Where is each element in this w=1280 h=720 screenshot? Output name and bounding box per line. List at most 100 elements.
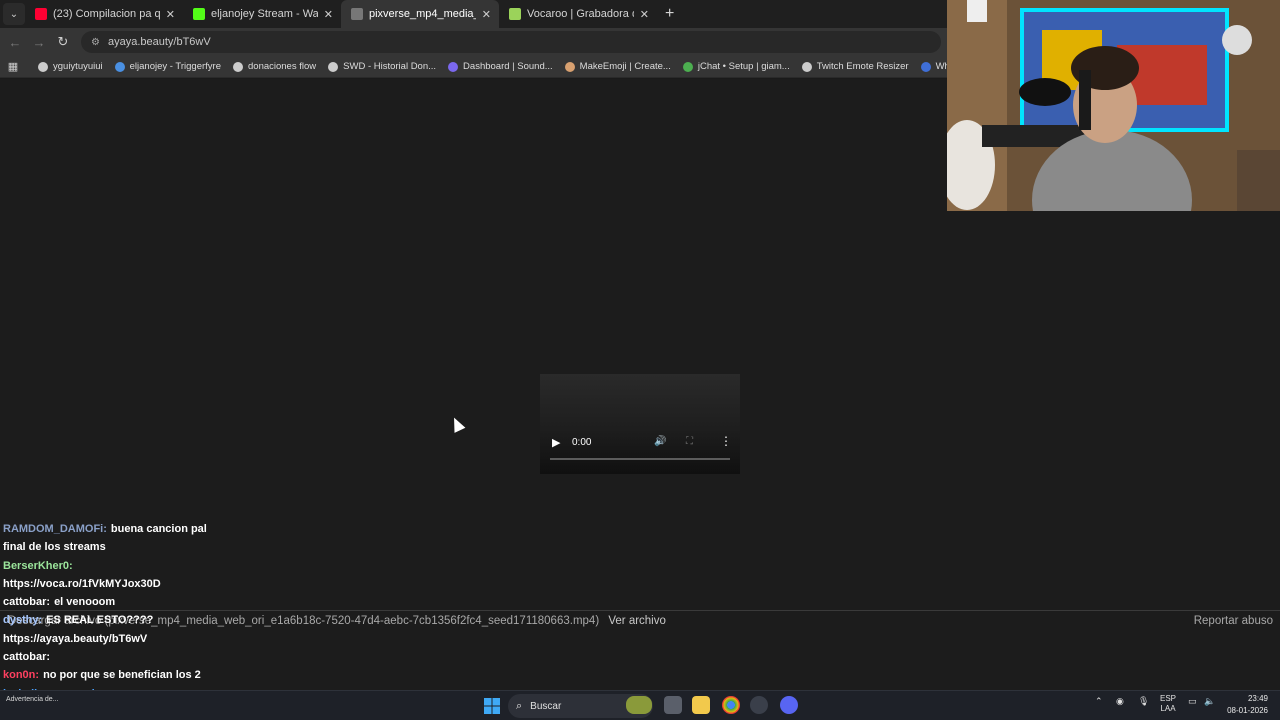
chat-message: final de los streams — [3, 538, 303, 556]
tab-close-icon[interactable]: ✕ — [324, 8, 333, 21]
address-bar[interactable]: ⚙ ayaya.beauty/bT6wV — [81, 31, 941, 53]
chat-overlay: RAMDOM_DAMOFi: buena cancion pal final de … — [3, 520, 303, 703]
chat-username: cattobar: — [3, 651, 51, 664]
bookmark-label: yguiytuyuiui — [53, 61, 103, 72]
volume-icon[interactable]: 🔊 — [654, 436, 666, 447]
task-view-icon[interactable] — [664, 696, 682, 714]
tab-favicon-icon — [35, 8, 47, 20]
back-button[interactable]: ← — [3, 35, 27, 50]
chat-username: cattobar: — [3, 596, 51, 609]
video-player[interactable]: ▶ 0:00 🔊 ⛶ ⋮ — [540, 374, 740, 474]
bookmark-favicon-icon — [920, 61, 931, 72]
microphone-icon[interactable]: 🎙 — [1138, 696, 1149, 707]
webcam-overlay — [947, 0, 1280, 211]
video-progress-bar[interactable] — [550, 458, 730, 460]
chat-username: RAMDOM_DAMOFi: — [3, 523, 107, 535]
bookmark-favicon-icon — [682, 61, 693, 72]
new-tab-button[interactable]: + — [665, 5, 674, 23]
bookmark-item[interactable]: jChat • Setup | giam... — [682, 61, 790, 72]
chat-text: no por que se benefician los 2 — [43, 669, 201, 682]
discord-icon[interactable] — [780, 696, 798, 714]
url-text: ayaya.beauty/bT6wV — [107, 36, 211, 48]
tab-0[interactable]: (23) Compilacion pa que el Cris ✕ — [25, 0, 183, 28]
weather-widget[interactable]: Advertencia de... — [6, 696, 59, 703]
tab-title: eljanojey Stream - Watch Live o — [211, 8, 318, 20]
chat-username: BerserKher0: — [3, 559, 73, 572]
bookmark-favicon-icon — [114, 61, 125, 72]
system-clock[interactable]: 23:49 08-01-2026 — [1227, 693, 1268, 717]
video-time: 0:00 — [572, 437, 592, 448]
tray-overflow-icon[interactable]: ⌃ — [1095, 696, 1103, 707]
search-placeholder: Buscar — [530, 700, 562, 712]
bookmark-item[interactable]: yguiytuyuiui — [38, 61, 103, 72]
bookmark-favicon-icon — [564, 61, 575, 72]
bookmark-item[interactable]: donaciones flow — [233, 61, 316, 72]
bookmark-item[interactable]: MakeEmoji | Create... — [564, 61, 671, 72]
tab-favicon-icon — [193, 8, 205, 20]
tab-1[interactable]: eljanojey Stream - Watch Live o ✕ — [183, 0, 341, 28]
chat-text: ES REAL ESTO???? — [46, 614, 154, 627]
view-file-link[interactable]: Ver archivo — [608, 615, 666, 627]
fullscreen-icon[interactable]: ⛶ — [686, 436, 693, 447]
search-highlight-icon[interactable] — [626, 696, 652, 714]
bookmark-item[interactable]: Twitch Emote Resizer — [801, 61, 909, 72]
taskbar: Advertencia de... ⌕ Buscar ⌃ ◉ 🎙 ESP LAA… — [0, 690, 1280, 720]
language-indicator[interactable]: ESP LAA — [1160, 694, 1176, 714]
bookmark-favicon-icon — [801, 61, 812, 72]
network-icon[interactable]: ◉ — [1116, 696, 1124, 707]
bookmark-label: SWD - Historial Don... — [343, 61, 437, 72]
bookmark-favicon-icon — [233, 61, 243, 72]
bookmark-label: MakeEmoji | Create... — [579, 61, 671, 72]
tab-title: Vocaroo | Grabadora de voz en — [527, 8, 634, 20]
tab-3[interactable]: Vocaroo | Grabadora de voz en ✕ — [499, 0, 657, 28]
chat-message: https://ayaya.beauty/bT6wV — [3, 630, 303, 648]
chat-message: BerserKher0: — [3, 557, 303, 575]
tab-search-button[interactable]: ⌄ — [3, 3, 25, 25]
wifi-icon[interactable]: ▭ — [1188, 696, 1197, 707]
chat-text: el venooom — [54, 596, 116, 609]
bookmark-label: Dashboard | Sound... — [463, 61, 553, 72]
clock-date: 08-01-2026 — [1227, 706, 1268, 715]
language-code: ESP — [1160, 694, 1177, 703]
apps-grid-icon[interactable]: ▦ — [0, 60, 26, 73]
bookmark-list: yguiytuyuiui eljanojey - Triggerfyre donac… — [26, 61, 1092, 72]
chat-message: cattobar: — [3, 648, 303, 666]
tab-close-icon[interactable]: ✕ — [640, 8, 649, 21]
bookmark-item[interactable]: SWD - Historial Don... — [328, 61, 436, 72]
clock-time: 23:49 — [1247, 694, 1268, 703]
tab-close-icon[interactable]: ✕ — [482, 8, 491, 21]
more-options-icon[interactable]: ⋮ — [720, 434, 732, 448]
tab-title: pixverse_mp4_media_web_ori_e — [369, 8, 476, 20]
reload-button[interactable]: ↻ — [51, 34, 75, 50]
bookmark-item[interactable]: eljanojey - Triggerfyre — [114, 61, 221, 72]
forward-button[interactable]: → — [27, 35, 51, 50]
chat-text: buena cancion pal — [110, 523, 207, 535]
chrome-icon[interactable] — [722, 696, 740, 714]
tab-list: (23) Compilacion pa que el Cris✕eljanoje… — [25, 0, 657, 28]
tab-title: (23) Compilacion pa que el Cris — [53, 8, 160, 20]
chat-message: dysthy: ES REAL ESTO???? — [3, 611, 303, 629]
tab-2[interactable]: pixverse_mp4_media_web_ori_e ✕ — [341, 0, 499, 28]
tab-favicon-icon — [509, 8, 521, 20]
file-explorer-icon[interactable] — [692, 696, 710, 714]
chat-text: final de los streams — [3, 541, 106, 554]
bookmark-favicon-icon — [328, 61, 339, 72]
bookmark-label: Twitch Emote Resizer — [816, 61, 909, 72]
chat-text: https://ayaya.beauty/bT6wV — [3, 632, 148, 645]
mouse-cursor-icon — [448, 415, 466, 433]
bookmark-favicon-icon — [38, 61, 48, 72]
play-icon[interactable]: ▶ — [552, 436, 560, 449]
layout-code: LAA — [1160, 704, 1176, 713]
app-icon[interactable] — [750, 696, 768, 714]
volume-tray-icon[interactable]: 🔈 — [1204, 696, 1215, 707]
bookmark-favicon-icon — [448, 61, 459, 72]
search-icon: ⌕ — [516, 699, 523, 712]
chat-text: https://voca.ro/1fVkMYJox30D — [3, 577, 161, 590]
report-abuse-link[interactable]: Reportar abuso — [1194, 615, 1273, 627]
webcam-image — [947, 0, 1280, 211]
bookmark-label: eljanojey - Triggerfyre — [129, 61, 221, 72]
site-info-icon[interactable]: ⚙ — [91, 37, 100, 48]
tab-close-icon[interactable]: ✕ — [166, 8, 175, 21]
bookmark-item[interactable]: Dashboard | Sound... — [448, 61, 553, 72]
windows-start-icon[interactable] — [484, 698, 500, 714]
